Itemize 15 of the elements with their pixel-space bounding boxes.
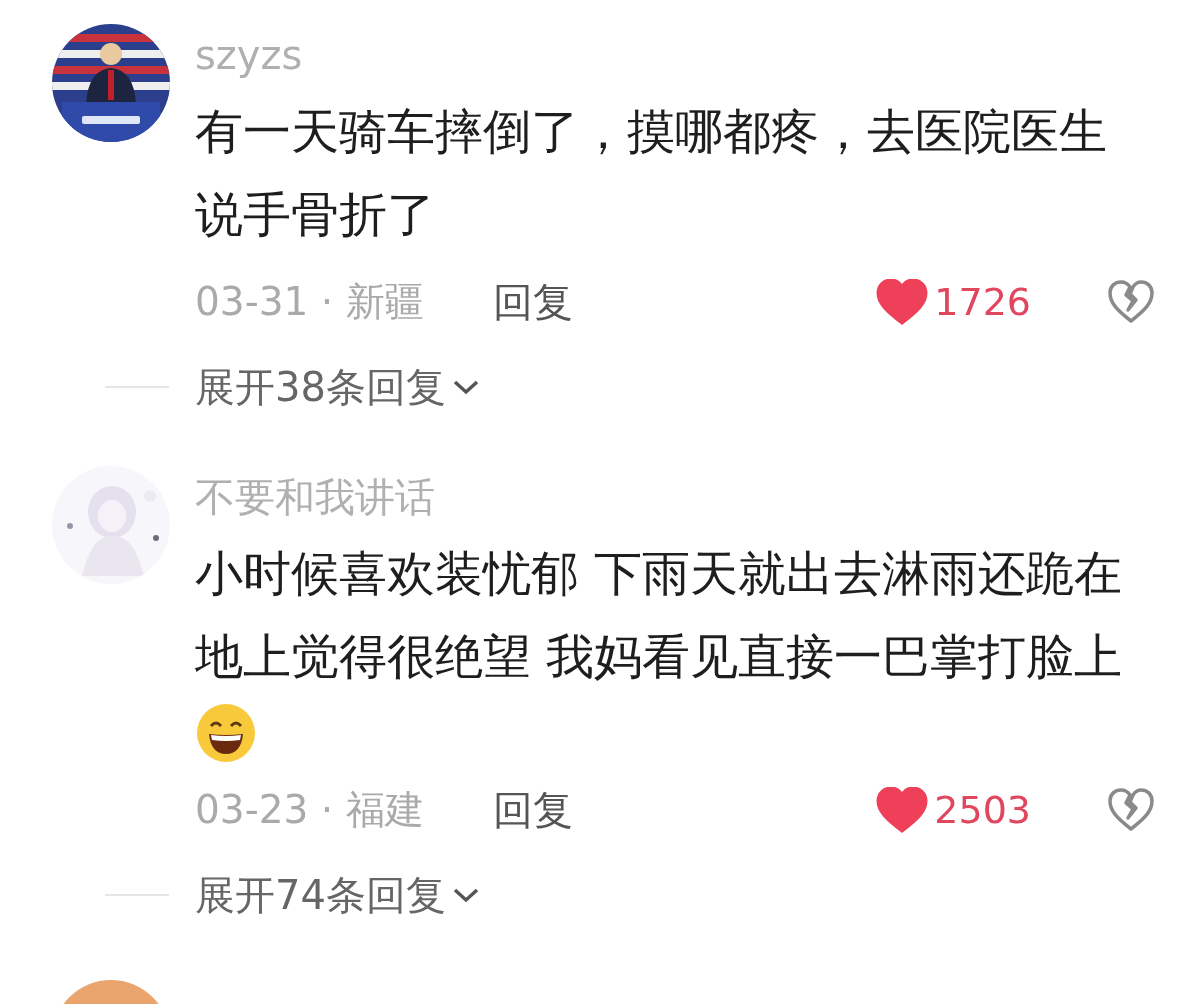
broken-heart-icon[interactable] (1107, 788, 1155, 832)
heart-icon[interactable] (876, 279, 929, 325)
expand-replies-button[interactable]: 展开74条回复 (195, 867, 480, 923)
like-count: 1726 (934, 280, 1031, 324)
comment-text: 有一天骑车摔倒了，摸哪都疼，去医院医生说手骨折了 (195, 102, 1108, 244)
reply-button[interactable]: 回复 (493, 782, 573, 838)
comment-date-location: 03-23 · 福建 (195, 786, 425, 834)
reply-button[interactable]: 回复 (493, 274, 573, 330)
expand-replies-button[interactable]: 展开38条回复 (195, 359, 480, 415)
grin-emoji-icon (195, 702, 257, 764)
comment-text: 小时候喜欢装忧郁 下雨天就出去淋雨还跪在地上觉得很绝望 我妈看见直接一巴掌打脸上 (195, 544, 1124, 686)
like-count: 2503 (934, 788, 1031, 832)
broken-heart-icon[interactable] (1107, 280, 1155, 324)
heart-icon[interactable] (876, 787, 929, 833)
comment-date-location: 03-31 · 新疆 (195, 278, 425, 326)
